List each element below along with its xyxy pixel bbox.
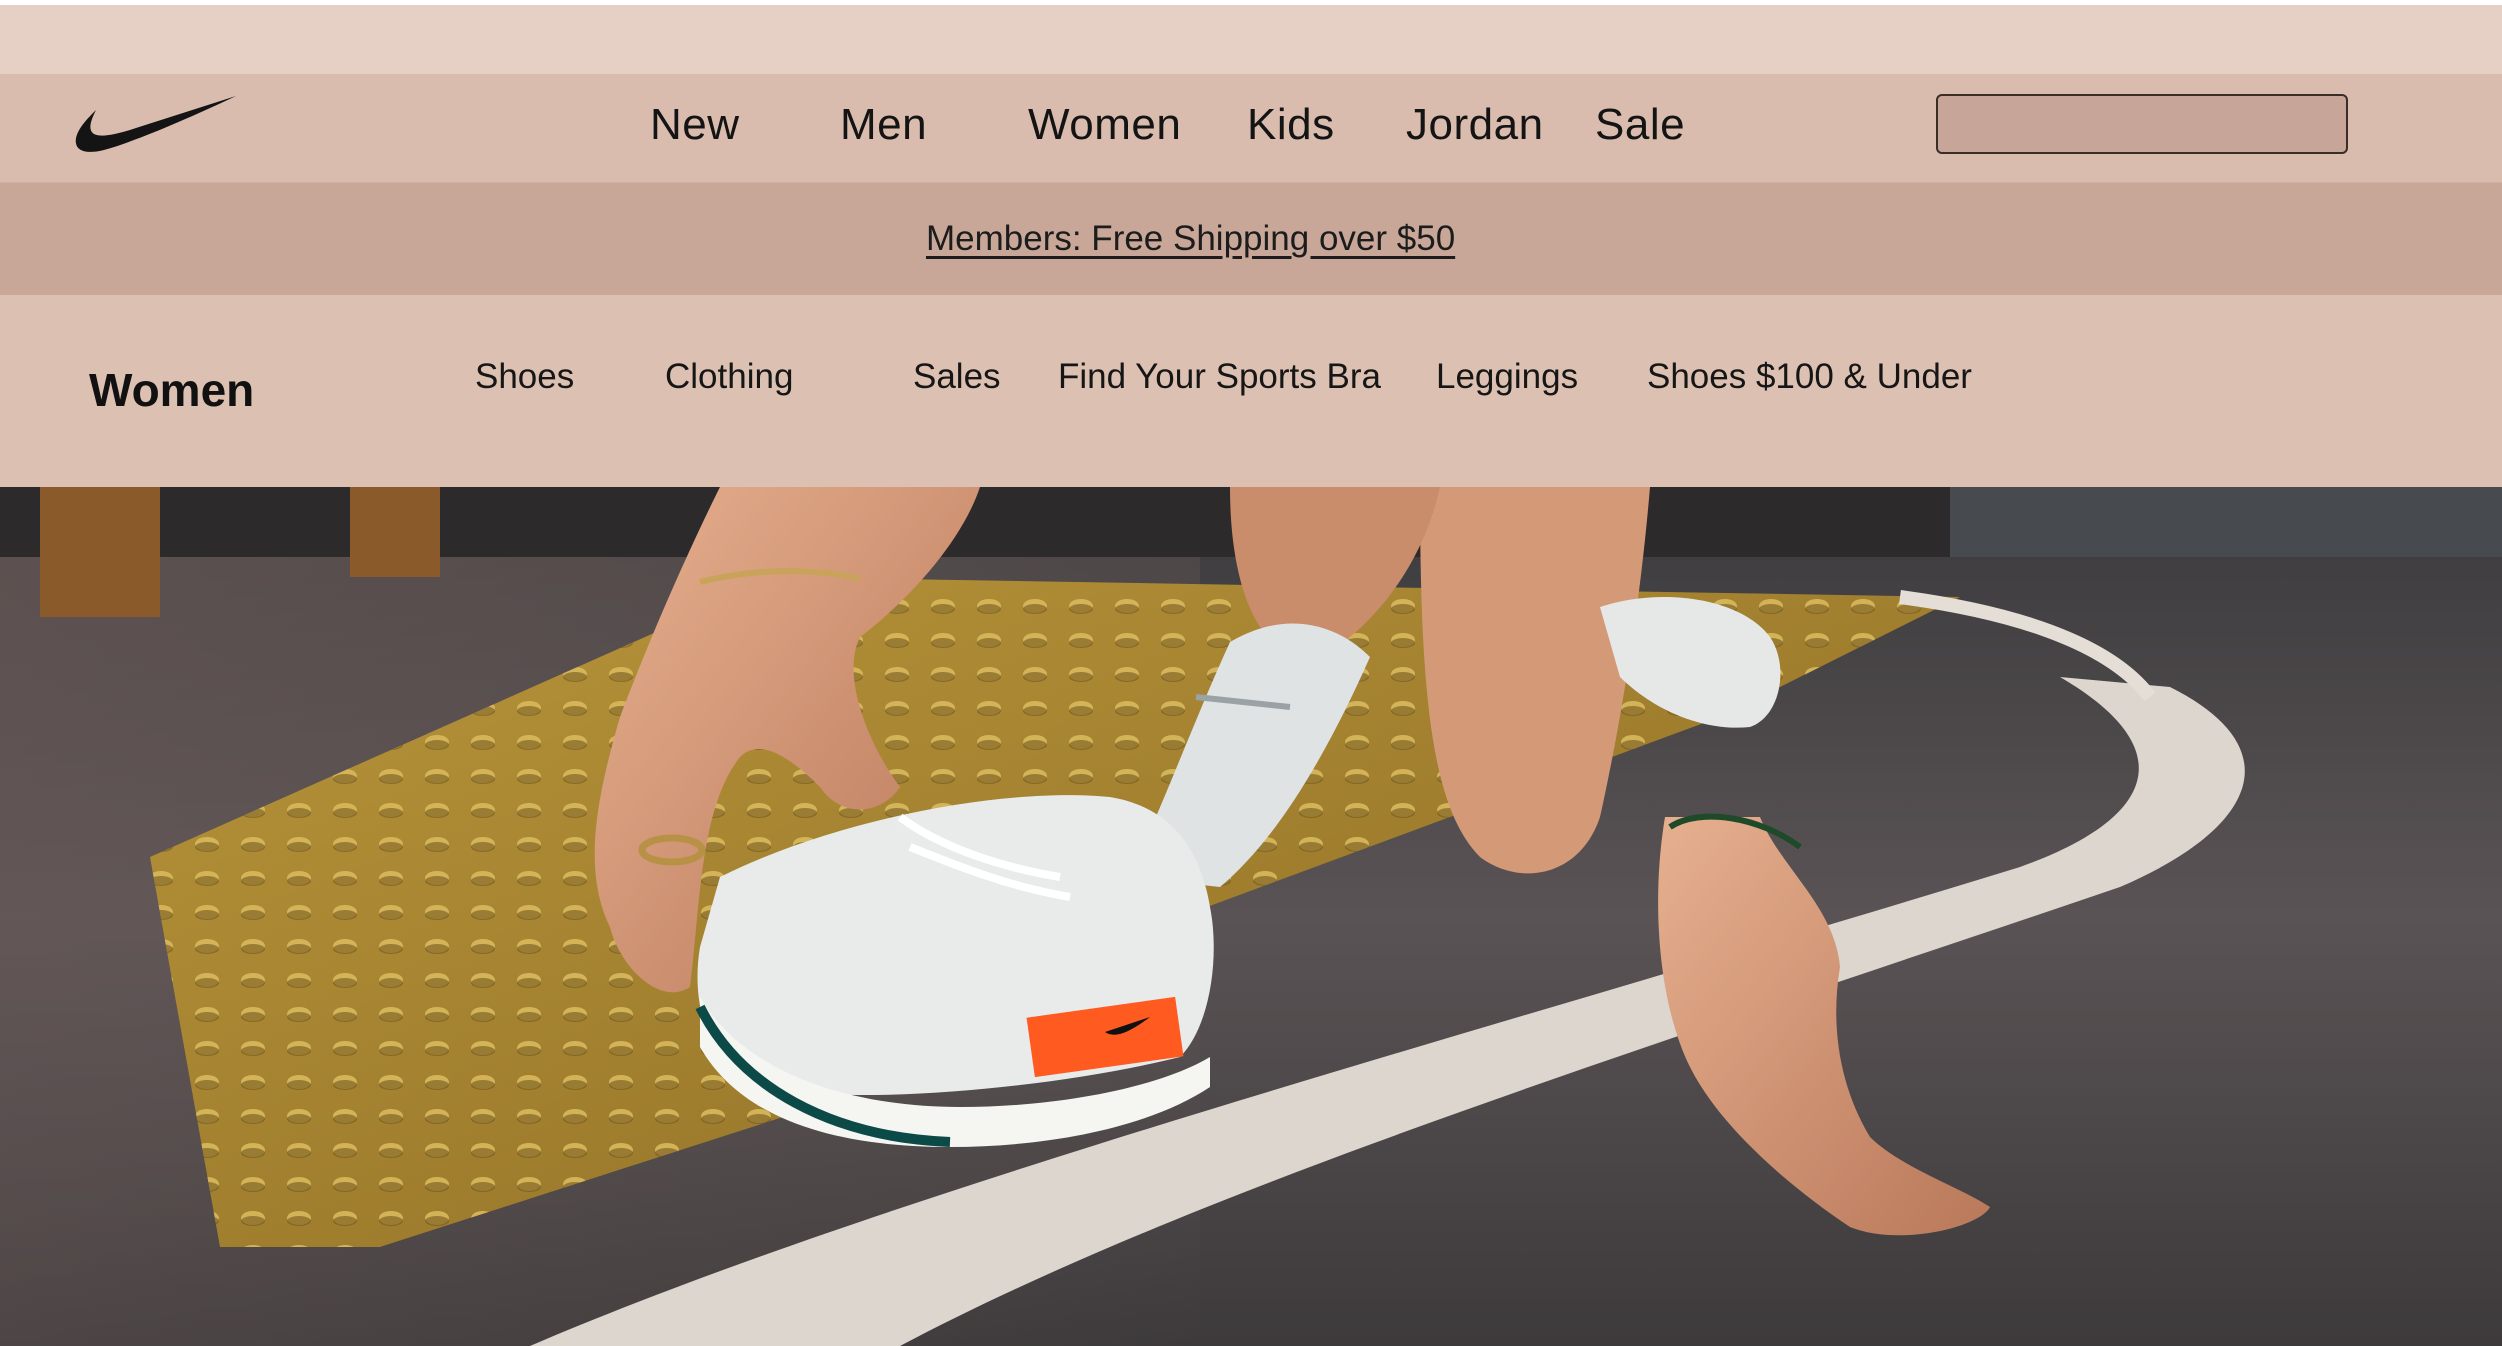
nav-new[interactable]: New <box>650 100 740 150</box>
nav-kids[interactable]: Kids <box>1247 100 1335 150</box>
category-subnav: Women Shoes Clothing Sales Find Your Spo… <box>0 295 2502 487</box>
subnav-shoes[interactable]: Shoes <box>475 357 574 397</box>
nav-women[interactable]: Women <box>1028 100 1181 150</box>
top-strip <box>0 5 2502 74</box>
main-header: New Men Women Kids Jordan Sale <box>0 74 2502 183</box>
promo-banner: Members: Free Shipping over $50 <box>0 183 2502 295</box>
subnav-sales[interactable]: Sales <box>913 357 1001 397</box>
subnav-clothing[interactable]: Clothing <box>665 357 793 397</box>
promo-link[interactable]: Members: Free Shipping over $50 <box>926 219 1455 259</box>
subnav-shoes-under-100[interactable]: Shoes $100 & Under <box>1647 357 1972 397</box>
nav-men[interactable]: Men <box>840 100 927 150</box>
nav-sale[interactable]: Sale <box>1595 100 1685 150</box>
swoosh-logo[interactable] <box>74 94 236 154</box>
hero-image[interactable] <box>0 487 2502 1346</box>
nav-jordan[interactable]: Jordan <box>1406 100 1544 150</box>
subnav-sports-bra[interactable]: Find Your Sports Bra <box>1058 357 1381 397</box>
category-title: Women <box>89 364 255 416</box>
search-input[interactable] <box>1936 94 2348 154</box>
hero-photo-illustration <box>0 487 2502 1346</box>
subnav-leggings[interactable]: Leggings <box>1436 357 1578 397</box>
